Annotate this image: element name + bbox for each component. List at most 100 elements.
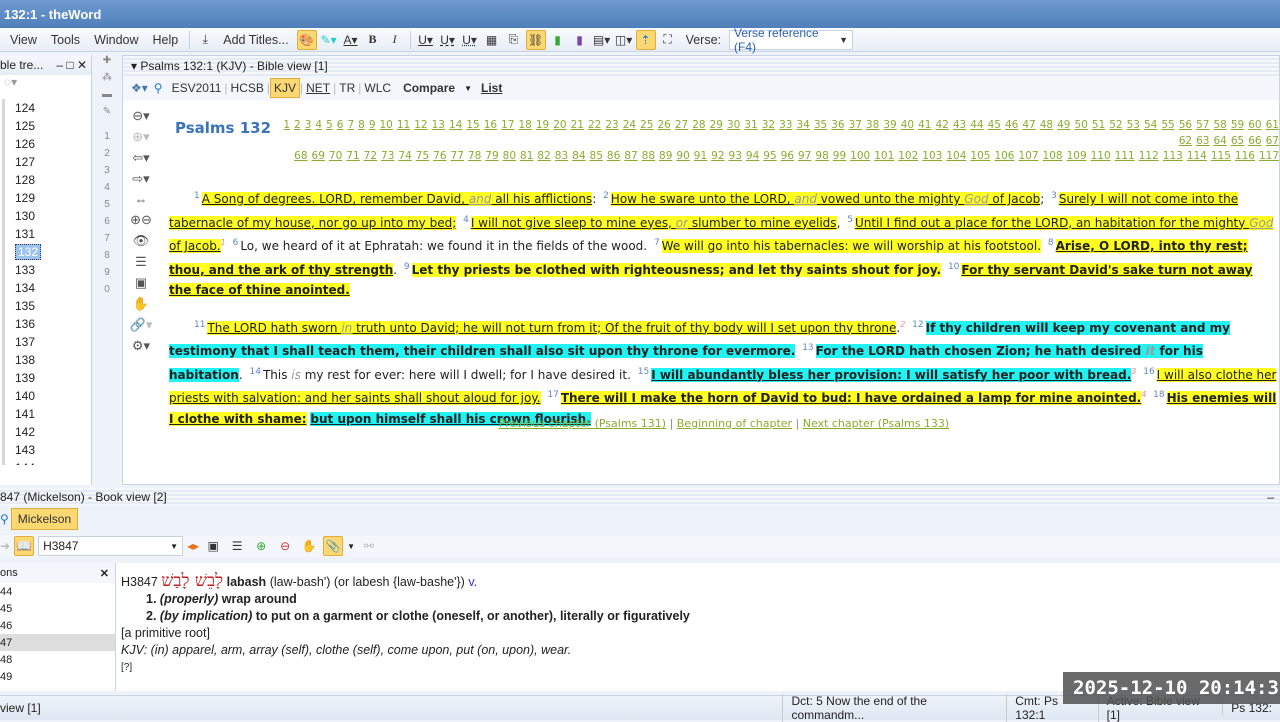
chapter-link[interactable]: 105 <box>970 149 990 165</box>
chapter-link[interactable]: 35 <box>814 118 827 134</box>
copy-icon[interactable]: ⎘ <box>504 30 524 50</box>
tree-item-chapter[interactable]: 130 <box>2 207 91 225</box>
zoom-icons[interactable]: ⊕⊖ <box>130 212 152 228</box>
entry-list-item[interactable]: 49 <box>0 668 115 685</box>
list-title[interactable]: ons <box>0 567 18 579</box>
chapter-link[interactable]: 106 <box>994 149 1014 165</box>
chapter-link[interactable]: 14 <box>449 118 462 134</box>
bookmark-slot[interactable]: 6 <box>104 216 110 233</box>
chapter-link[interactable]: 107 <box>1018 149 1038 165</box>
chapter-link[interactable]: 32 <box>762 118 775 134</box>
chapter-link[interactable]: 43 <box>953 118 966 134</box>
chapter-link[interactable]: 49 <box>1057 118 1070 134</box>
gear-icon[interactable]: ⚙▾ <box>132 338 150 354</box>
layout-icon[interactable]: ▤▾ <box>592 30 612 50</box>
calendar-icon[interactable]: ▦ <box>482 30 502 50</box>
hand-icon[interactable]: ✋ <box>299 536 319 556</box>
verse-number[interactable]: 2 <box>603 191 609 201</box>
part-of-speech-link[interactable]: v. <box>468 575 477 589</box>
add-titles-button[interactable]: Add Titles... <box>217 31 294 49</box>
list-button[interactable]: List <box>478 79 505 97</box>
chapter-link[interactable]: 66 <box>1248 134 1261 150</box>
chapter-link[interactable]: 97 <box>798 149 811 165</box>
footnote-marker[interactable]: 2 <box>900 320 905 329</box>
chapter-link[interactable]: 82 <box>537 149 550 165</box>
chapter-link[interactable]: 39 <box>883 118 896 134</box>
chapter-link[interactable]: 6 <box>337 118 344 134</box>
chapter-link[interactable]: 89 <box>659 149 672 165</box>
chapter-link[interactable]: 92 <box>711 149 724 165</box>
chapter-link[interactable]: 114 <box>1187 149 1207 165</box>
chapter-link[interactable]: 80 <box>503 149 516 165</box>
chapter-link[interactable]: 83 <box>555 149 568 165</box>
sync-up-icon[interactable]: ⇡ <box>635 29 656 50</box>
bookmark-slot[interactable]: 9 <box>104 267 110 284</box>
chapter-link[interactable]: 21 <box>571 118 584 134</box>
chapter-link[interactable]: 117 <box>1259 149 1279 165</box>
eye-icon[interactable]: 👁 <box>133 233 150 249</box>
tree-item-chapter[interactable]: 142 <box>2 423 91 441</box>
chapter-link[interactable]: 75 <box>416 149 429 165</box>
tree-item-chapter[interactable]: 133 <box>2 261 91 279</box>
chapter-link[interactable]: 62 <box>1179 134 1192 150</box>
chapter-link[interactable]: 25 <box>640 118 653 134</box>
bulb-dropdown-icon[interactable]: ◌▾ <box>0 75 91 93</box>
verse-number[interactable]: 16 <box>1143 367 1154 377</box>
chevron-down-icon[interactable]: ▼ <box>170 542 178 551</box>
tree-item-chapter[interactable]: 128 <box>2 171 91 189</box>
chapter-link[interactable]: 64 <box>1214 134 1227 150</box>
chapter-link[interactable]: 102 <box>898 149 918 165</box>
footnote-marker[interactable]: 4 <box>1141 390 1146 399</box>
chapter-link[interactable]: 79 <box>485 149 498 165</box>
module-esv2011[interactable]: ESV2011 <box>169 79 225 97</box>
chapter-link[interactable]: 121 <box>1235 165 1255 167</box>
next-book-icon[interactable]: ⇨▾ <box>132 171 149 187</box>
chapter-link[interactable]: 9 <box>369 118 376 134</box>
chapter-link[interactable]: 95 <box>763 149 776 165</box>
chapter-link[interactable]: 73 <box>381 149 394 165</box>
tree-item-chapter[interactable]: 136 <box>2 315 91 333</box>
chapter-link[interactable]: 36 <box>831 118 844 134</box>
menu-window[interactable]: Window <box>88 31 144 49</box>
chapter-link[interactable]: 76 <box>433 149 446 165</box>
menu-tools[interactable]: Tools <box>45 31 86 49</box>
chapter-link[interactable]: 26 <box>658 118 671 134</box>
chapter-link[interactable]: 38 <box>866 118 879 134</box>
tree-item-chapter[interactable]: 138 <box>2 351 91 369</box>
chapter-link[interactable]: 109 <box>1067 149 1087 165</box>
bookmark-slot[interactable]: 3 <box>104 165 110 182</box>
network-icon[interactable]: ⛓ <box>525 29 546 50</box>
chapter-link[interactable]: 78 <box>468 149 481 165</box>
add-icon[interactable]: ✚ <box>103 55 111 72</box>
chapter-link[interactable]: 17 <box>501 118 514 134</box>
bookmark-slot[interactable]: 7 <box>104 233 110 250</box>
chapter-link[interactable]: 31 <box>744 118 757 134</box>
edit-icon[interactable]: ✎ <box>103 106 111 123</box>
chapter-link[interactable]: 69 <box>312 149 325 165</box>
chapter-link[interactable]: 120 <box>1211 165 1231 167</box>
chapter-link[interactable]: 58 <box>1214 118 1227 134</box>
chapter-link[interactable]: 18 <box>519 118 532 134</box>
tab-mickelson[interactable]: Mickelson <box>10 508 79 530</box>
verse-number[interactable]: 5 <box>847 215 853 225</box>
chapter-link[interactable]: 29 <box>710 118 723 134</box>
chapter-link[interactable]: 10 <box>380 118 393 134</box>
bookmark-slot[interactable]: 2 <box>104 148 110 165</box>
verse-number[interactable]: 9 <box>404 262 410 272</box>
search-icon[interactable]: ⚲ <box>0 512 9 526</box>
attachment-icon[interactable]: 📎 <box>323 536 344 556</box>
chapter-link[interactable]: 7 <box>347 118 354 134</box>
chapter-link[interactable]: 51 <box>1092 118 1105 134</box>
chevron-down-icon[interactable]: ▼ <box>347 542 355 551</box>
chapter-link[interactable]: 13 <box>432 118 445 134</box>
chapter-link[interactable]: 110 <box>1091 149 1111 165</box>
verse-number[interactable]: 15 <box>638 367 649 377</box>
chapter-link[interactable]: 24 <box>623 118 636 134</box>
chapter-link[interactable]: 67 <box>1266 134 1279 150</box>
binoculars-icon[interactable]: ⚯ <box>359 536 379 556</box>
verse-number[interactable]: 6 <box>233 238 239 248</box>
footnote-marker[interactable]: 3 <box>1131 367 1136 376</box>
minimize-icon[interactable]: – <box>1267 490 1274 504</box>
chapter-link[interactable]: 99 <box>833 149 846 165</box>
chapter-link[interactable]: 101 <box>874 149 894 165</box>
